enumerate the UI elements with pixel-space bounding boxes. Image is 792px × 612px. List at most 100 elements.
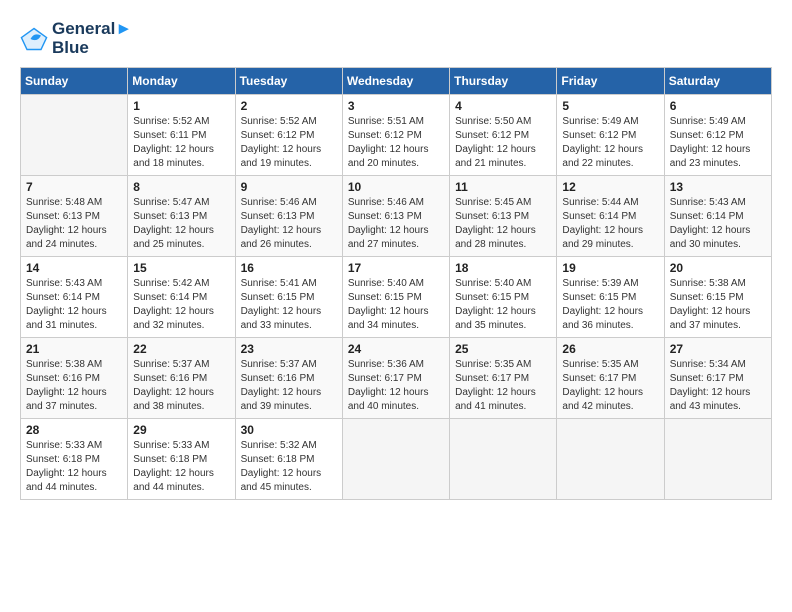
calendar-cell (450, 419, 557, 500)
day-number: 2 (241, 99, 337, 113)
day-number: 10 (348, 180, 444, 194)
day-info: Sunrise: 5:35 AMSunset: 6:17 PMDaylight:… (455, 358, 551, 414)
logo: General► Blue (20, 20, 132, 57)
calendar-cell: 13 Sunrise: 5:43 AMSunset: 6:14 PMDayligh… (664, 176, 771, 257)
day-info: Sunrise: 5:37 AMSunset: 6:16 PMDaylight:… (133, 358, 229, 414)
day-number: 21 (26, 342, 122, 356)
day-info: Sunrise: 5:46 AMSunset: 6:13 PMDaylight:… (348, 196, 444, 252)
day-number: 30 (241, 423, 337, 437)
day-number: 3 (348, 99, 444, 113)
day-number: 19 (562, 261, 658, 275)
day-info: Sunrise: 5:50 AMSunset: 6:12 PMDaylight:… (455, 115, 551, 171)
calendar-cell: 10 Sunrise: 5:46 AMSunset: 6:13 PMDayligh… (342, 176, 449, 257)
weekday-header-friday: Friday (557, 68, 664, 95)
day-info: Sunrise: 5:37 AMSunset: 6:16 PMDaylight:… (241, 358, 337, 414)
calendar-cell (557, 419, 664, 500)
day-info: Sunrise: 5:41 AMSunset: 6:15 PMDaylight:… (241, 277, 337, 333)
calendar-week-row: 28 Sunrise: 5:33 AMSunset: 6:18 PMDayligh… (21, 419, 772, 500)
calendar-table: SundayMondayTuesdayWednesdayThursdayFrid… (20, 67, 772, 500)
day-info: Sunrise: 5:47 AMSunset: 6:13 PMDaylight:… (133, 196, 229, 252)
calendar-cell: 28 Sunrise: 5:33 AMSunset: 6:18 PMDayligh… (21, 419, 128, 500)
calendar-week-row: 1Sunrise: 5:52 AMSunset: 6:11 PMDaylight… (21, 95, 772, 176)
day-info: Sunrise: 5:48 AMSunset: 6:13 PMDaylight:… (26, 196, 122, 252)
day-number: 6 (670, 99, 766, 113)
day-info: Sunrise: 5:43 AMSunset: 6:14 PMDaylight:… (670, 196, 766, 252)
calendar-week-row: 21 Sunrise: 5:38 AMSunset: 6:16 PMDayligh… (21, 338, 772, 419)
weekday-header-wednesday: Wednesday (342, 68, 449, 95)
day-number: 13 (670, 180, 766, 194)
calendar-cell: 16 Sunrise: 5:41 AMSunset: 6:15 PMDayligh… (235, 257, 342, 338)
day-number: 18 (455, 261, 551, 275)
day-number: 15 (133, 261, 229, 275)
calendar-cell: 21 Sunrise: 5:38 AMSunset: 6:16 PMDayligh… (21, 338, 128, 419)
calendar-cell: 3 Sunrise: 5:51 AMSunset: 6:12 PMDaylight… (342, 95, 449, 176)
day-number: 28 (26, 423, 122, 437)
day-number: 5 (562, 99, 658, 113)
calendar-cell: 29 Sunrise: 5:33 AMSunset: 6:18 PMDayligh… (128, 419, 235, 500)
day-number: 25 (455, 342, 551, 356)
calendar-cell: 14 Sunrise: 5:43 AMSunset: 6:14 PMDayligh… (21, 257, 128, 338)
weekday-header-monday: Monday (128, 68, 235, 95)
calendar-cell: 9Sunrise: 5:46 AMSunset: 6:13 PMDaylight… (235, 176, 342, 257)
day-info: Sunrise: 5:49 AMSunset: 6:12 PMDaylight:… (562, 115, 658, 171)
logo-icon (20, 25, 48, 53)
day-info: Sunrise: 5:39 AMSunset: 6:15 PMDaylight:… (562, 277, 658, 333)
day-info: Sunrise: 5:45 AMSunset: 6:13 PMDaylight:… (455, 196, 551, 252)
calendar-cell: 20 Sunrise: 5:38 AMSunset: 6:15 PMDayligh… (664, 257, 771, 338)
day-number: 20 (670, 261, 766, 275)
day-number: 14 (26, 261, 122, 275)
day-info: Sunrise: 5:40 AMSunset: 6:15 PMDaylight:… (348, 277, 444, 333)
day-number: 22 (133, 342, 229, 356)
calendar-cell: 7 Sunrise: 5:48 AMSunset: 6:13 PMDaylight… (21, 176, 128, 257)
calendar-cell: 19 Sunrise: 5:39 AMSunset: 6:15 PMDayligh… (557, 257, 664, 338)
day-number: 11 (455, 180, 551, 194)
day-info: Sunrise: 5:33 AMSunset: 6:18 PMDaylight:… (133, 439, 229, 495)
calendar-cell: 8Sunrise: 5:47 AMSunset: 6:13 PMDaylight… (128, 176, 235, 257)
calendar-cell (342, 419, 449, 500)
calendar-cell: 18 Sunrise: 5:40 AMSunset: 6:15 PMDayligh… (450, 257, 557, 338)
calendar-cell: 30 Sunrise: 5:32 AMSunset: 6:18 PMDayligh… (235, 419, 342, 500)
day-info: Sunrise: 5:33 AMSunset: 6:18 PMDaylight:… (26, 439, 122, 495)
day-number: 27 (670, 342, 766, 356)
day-info: Sunrise: 5:52 AMSunset: 6:12 PMDaylight:… (241, 115, 337, 171)
day-info: Sunrise: 5:32 AMSunset: 6:18 PMDaylight:… (241, 439, 337, 495)
day-info: Sunrise: 5:36 AMSunset: 6:17 PMDaylight:… (348, 358, 444, 414)
calendar-cell (664, 419, 771, 500)
calendar-cell: 1Sunrise: 5:52 AMSunset: 6:11 PMDaylight… (128, 95, 235, 176)
calendar-cell: 24 Sunrise: 5:36 AMSunset: 6:17 PMDayligh… (342, 338, 449, 419)
calendar-cell (21, 95, 128, 176)
day-info: Sunrise: 5:40 AMSunset: 6:15 PMDaylight:… (455, 277, 551, 333)
day-number: 16 (241, 261, 337, 275)
day-number: 4 (455, 99, 551, 113)
day-number: 29 (133, 423, 229, 437)
calendar-cell: 6 Sunrise: 5:49 AMSunset: 6:12 PMDaylight… (664, 95, 771, 176)
calendar-header-row: SundayMondayTuesdayWednesdayThursdayFrid… (21, 68, 772, 95)
day-info: Sunrise: 5:49 AMSunset: 6:12 PMDaylight:… (670, 115, 766, 171)
calendar-cell: 25 Sunrise: 5:35 AMSunset: 6:17 PMDayligh… (450, 338, 557, 419)
day-number: 24 (348, 342, 444, 356)
calendar-cell: 11 Sunrise: 5:45 AMSunset: 6:13 PMDayligh… (450, 176, 557, 257)
day-info: Sunrise: 5:52 AMSunset: 6:11 PMDaylight:… (133, 115, 229, 171)
day-number: 26 (562, 342, 658, 356)
logo-text: General► Blue (52, 20, 132, 57)
calendar-cell: 12Sunrise: 5:44 AMSunset: 6:14 PMDayligh… (557, 176, 664, 257)
day-number: 12 (562, 180, 658, 194)
calendar-week-row: 14 Sunrise: 5:43 AMSunset: 6:14 PMDayligh… (21, 257, 772, 338)
calendar-cell: 17Sunrise: 5:40 AMSunset: 6:15 PMDayligh… (342, 257, 449, 338)
calendar-cell: 22 Sunrise: 5:37 AMSunset: 6:16 PMDayligh… (128, 338, 235, 419)
day-info: Sunrise: 5:42 AMSunset: 6:14 PMDaylight:… (133, 277, 229, 333)
day-info: Sunrise: 5:51 AMSunset: 6:12 PMDaylight:… (348, 115, 444, 171)
day-info: Sunrise: 5:46 AMSunset: 6:13 PMDaylight:… (241, 196, 337, 252)
weekday-header-saturday: Saturday (664, 68, 771, 95)
weekday-header-thursday: Thursday (450, 68, 557, 95)
day-info: Sunrise: 5:35 AMSunset: 6:17 PMDaylight:… (562, 358, 658, 414)
calendar-cell: 5 Sunrise: 5:49 AMSunset: 6:12 PMDaylight… (557, 95, 664, 176)
day-info: Sunrise: 5:43 AMSunset: 6:14 PMDaylight:… (26, 277, 122, 333)
calendar-cell: 27Sunrise: 5:34 AMSunset: 6:17 PMDayligh… (664, 338, 771, 419)
day-info: Sunrise: 5:38 AMSunset: 6:15 PMDaylight:… (670, 277, 766, 333)
calendar-week-row: 7 Sunrise: 5:48 AMSunset: 6:13 PMDaylight… (21, 176, 772, 257)
day-number: 23 (241, 342, 337, 356)
calendar-cell: 2 Sunrise: 5:52 AMSunset: 6:12 PMDaylight… (235, 95, 342, 176)
day-info: Sunrise: 5:38 AMSunset: 6:16 PMDaylight:… (26, 358, 122, 414)
day-number: 7 (26, 180, 122, 194)
